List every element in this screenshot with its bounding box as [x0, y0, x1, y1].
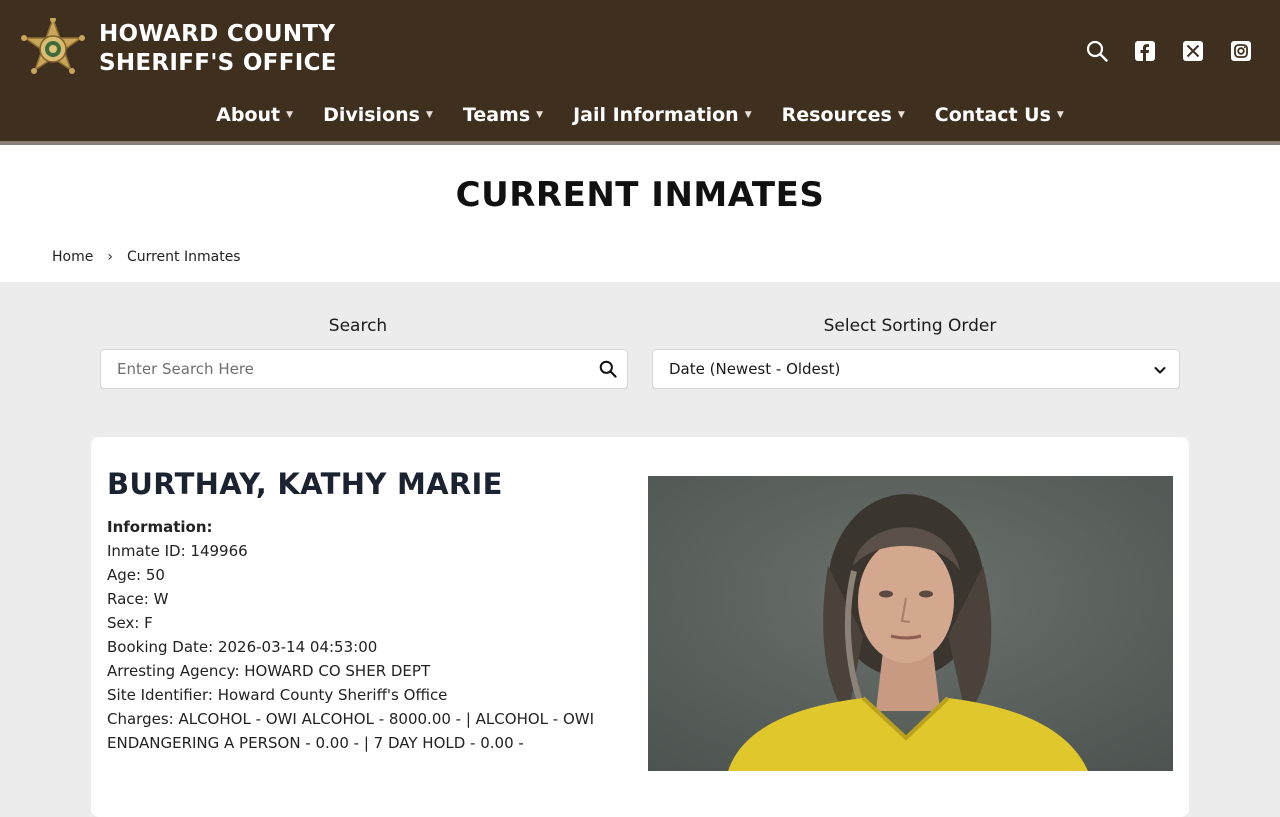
breadcrumb-current: Current Inmates: [126, 249, 241, 265]
title-band: CURRENT INMATES Home › Current Inmates: [0, 145, 1280, 282]
inmate-id: Inmate ID: 149966: [107, 542, 248, 560]
inmate-sex: Sex: F: [107, 614, 153, 632]
caret-down-icon: ▼: [425, 110, 433, 120]
chevron-down-icon: [1153, 362, 1167, 376]
search-icon[interactable]: [599, 360, 617, 378]
breadcrumb-separator-icon: ›: [107, 249, 113, 265]
nav-item-label: Jail Information: [573, 104, 739, 126]
caret-down-icon: ▼: [286, 110, 294, 120]
page-title: CURRENT INMATES: [455, 175, 825, 215]
nav-item-jail-information[interactable]: Jail Information ▼: [573, 104, 752, 126]
site-identifier: Site Identifier: Howard County Sheriff's…: [107, 686, 448, 704]
sort-label: Select Sorting Order: [823, 316, 997, 336]
nav-item-label: About: [216, 104, 281, 126]
caret-down-icon: ▼: [536, 110, 544, 120]
caret-down-icon: ▼: [897, 110, 905, 120]
inmate-mugshot-photo[interactable]: [648, 476, 1173, 771]
org-name-line1: HOWARD COUNTY: [99, 21, 336, 47]
search-label: Search: [328, 316, 388, 336]
instagram-icon[interactable]: [1230, 40, 1252, 62]
sort-order-select[interactable]: Date (Newest - Oldest): [652, 349, 1180, 389]
org-name-line2: SHERIFF'S OFFICE: [99, 50, 337, 76]
booking-date: Booking Date: 2026-03-14 04:53:00: [107, 638, 378, 656]
search-box: [100, 349, 628, 389]
nav-item-label: Teams: [462, 104, 531, 126]
sheriff-star-logo[interactable]: [20, 16, 86, 84]
inmate-race: Race: W: [107, 590, 169, 608]
nav-item-label: Contact Us: [934, 104, 1051, 126]
charges: Charges: ALCOHOL - OWI ALCOHOL - 8000.00…: [107, 710, 595, 752]
nav-item-divisions[interactable]: Divisions ▼: [323, 104, 433, 126]
x-twitter-icon[interactable]: [1182, 40, 1204, 62]
arresting-agency: Arresting Agency: HOWARD CO SHER DEPT: [107, 662, 431, 680]
sort-order-value: Date (Newest - Oldest): [669, 360, 841, 378]
nav-item-resources[interactable]: Resources ▼: [782, 104, 905, 126]
breadcrumb: Home › Current Inmates: [52, 249, 241, 265]
inmate-card: BURTHAY, KATHY MARIE Information: Inmate…: [91, 437, 1189, 817]
nav-item-teams[interactable]: Teams ▼: [463, 104, 543, 126]
nav-item-about[interactable]: About ▼: [216, 104, 293, 126]
site-header: HOWARD COUNTY SHERIFF'S OFFICE About ▼ Di…: [0, 0, 1280, 141]
org-name[interactable]: HOWARD COUNTY SHERIFF'S OFFICE: [99, 20, 337, 78]
search-input[interactable]: [101, 350, 581, 388]
breadcrumb-home-link[interactable]: Home: [52, 249, 93, 265]
inmate-info: Information: Inmate ID: 149966 Age: 50 R…: [107, 515, 647, 755]
search-icon[interactable]: [1086, 40, 1108, 62]
nav-item-label: Divisions: [323, 104, 420, 126]
header-icons: [1086, 40, 1252, 62]
main-nav: About ▼ Divisions ▼ Teams ▼ Jail Informatio…: [0, 104, 1280, 126]
caret-down-icon: ▼: [744, 110, 752, 120]
inmate-name[interactable]: BURTHAY, KATHY MARIE: [107, 467, 503, 501]
facebook-icon[interactable]: [1134, 40, 1156, 62]
nav-item-contact-us[interactable]: Contact Us ▼: [935, 104, 1064, 126]
info-heading: Information:: [107, 518, 213, 536]
caret-down-icon: ▼: [1056, 110, 1064, 120]
nav-item-label: Resources: [781, 104, 892, 126]
inmate-age: Age: 50: [107, 566, 165, 584]
